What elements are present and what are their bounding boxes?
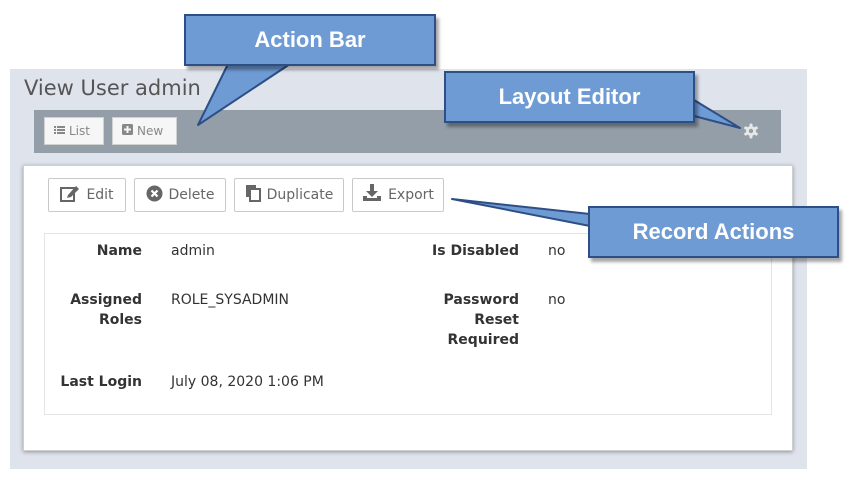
record-actions-callout-text: Record Actions: [632, 219, 795, 244]
action-bar-callout: Action Bar: [184, 14, 436, 66]
record-actions-callout: Record Actions: [588, 206, 839, 258]
layout-editor-callout-text: Layout Editor: [498, 84, 641, 109]
action-bar-callout-text: Action Bar: [254, 27, 366, 52]
layout-editor-callout: Layout Editor: [444, 71, 695, 123]
